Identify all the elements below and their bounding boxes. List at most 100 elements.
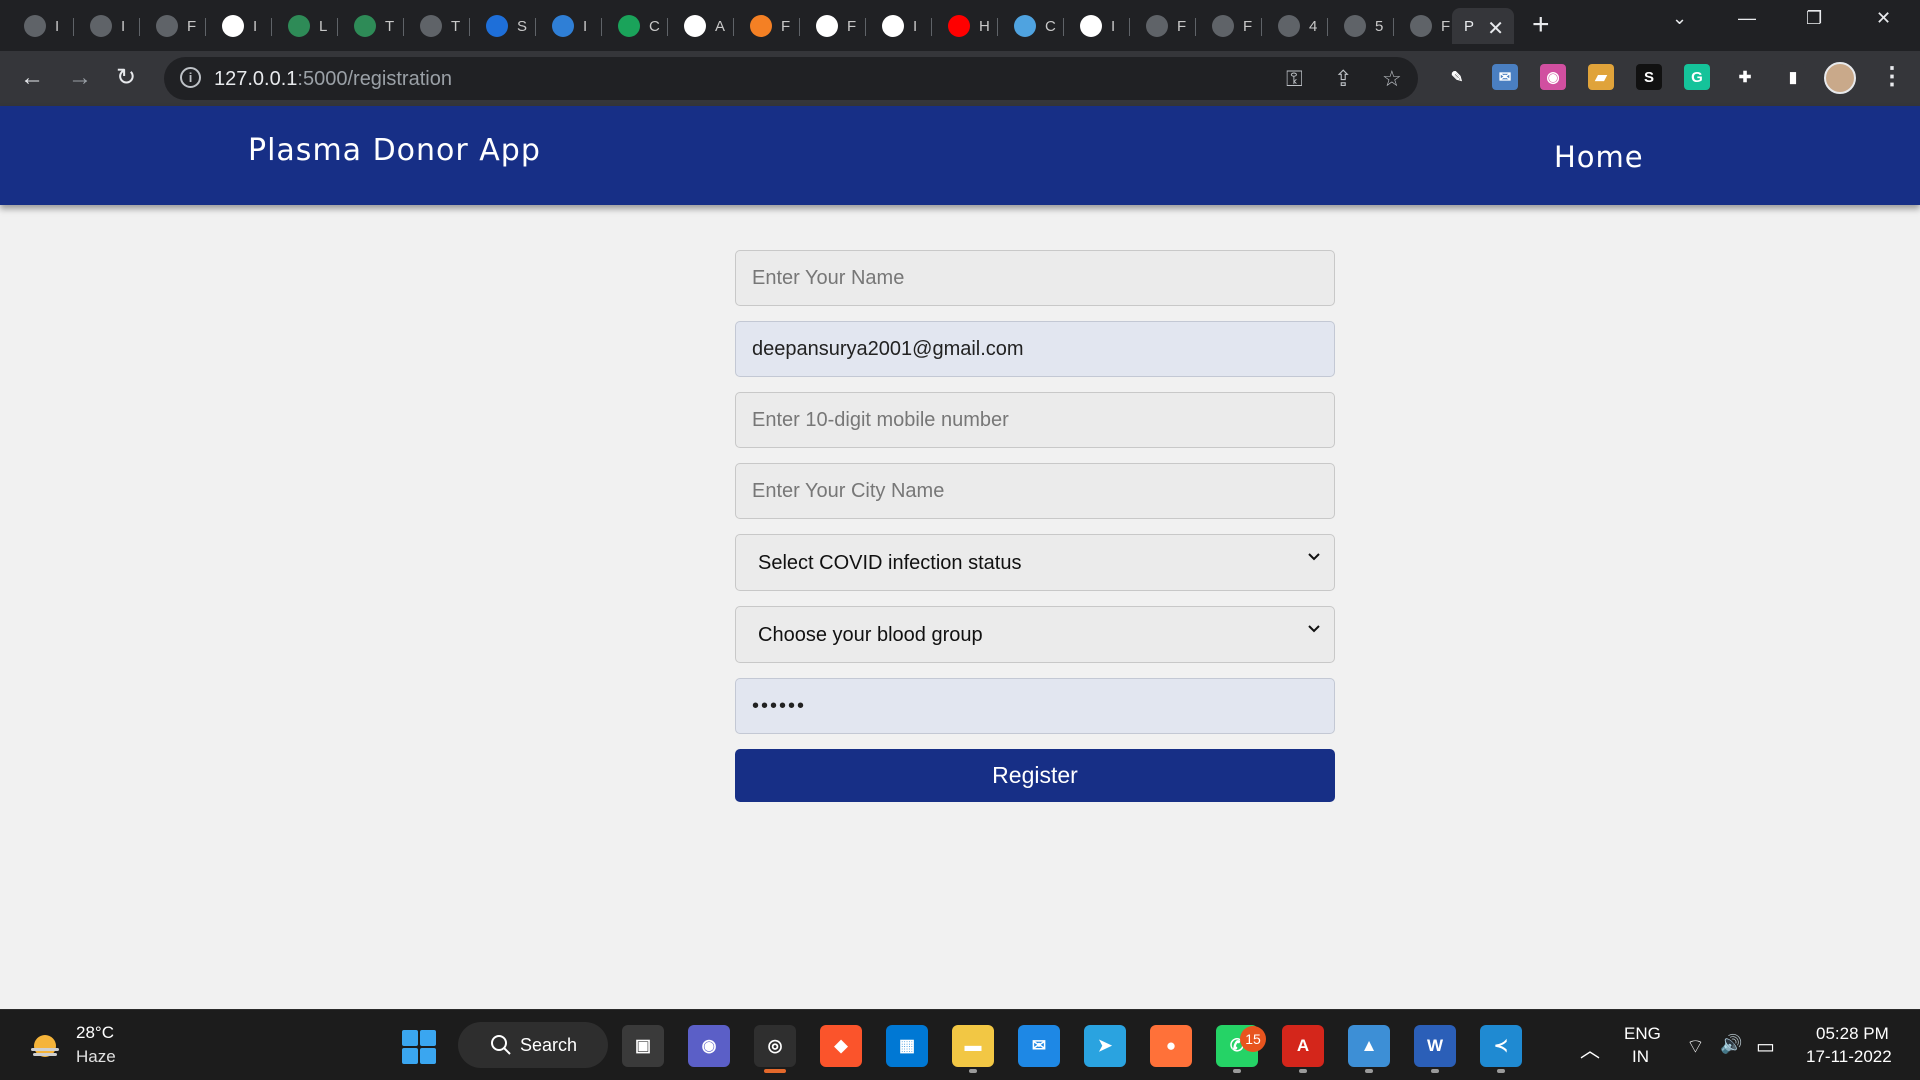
browser-tab[interactable]: 5 [1332,8,1394,44]
browser-tab[interactable]: I [870,8,932,44]
browser-tab[interactable]: I [540,8,602,44]
browser-tab[interactable]: A [672,8,734,44]
chrome-icon [882,15,904,37]
browser-tab[interactable]: C [606,8,668,44]
city-input[interactable] [735,463,1335,519]
vscode-icon[interactable]: ≺ [1480,1025,1522,1067]
search-label: Search [520,1035,578,1055]
file-explorer-icon[interactable]: ▬ [952,1025,994,1067]
browser-tab[interactable]: F [1398,8,1460,44]
browser-tab[interactable]: F [144,8,206,44]
s-icon[interactable]: S [1636,64,1662,90]
tab-title: I [1111,17,1116,35]
browser-tab[interactable]: L [276,8,338,44]
browser-menu-icon[interactable]: ⋮ [1880,62,1904,92]
browser-tab[interactable]: T [408,8,470,44]
puzzle-icon[interactable]: ✚ [1732,64,1758,90]
mail-icon[interactable]: ✉ [1018,1025,1060,1067]
browser-tab[interactable]: H [936,8,998,44]
photos-icon[interactable]: ▲ [1348,1025,1390,1067]
name-input[interactable] [735,250,1335,306]
profile-avatar[interactable] [1824,62,1856,94]
word-icon[interactable]: W [1414,1025,1456,1067]
task-view-icon[interactable]: ▣ [622,1025,664,1067]
folder-icon[interactable]: ▰ [1588,64,1614,90]
clock-time[interactable]: 05:28 PM [1816,1024,1889,1044]
close-window-button[interactable]: ✕ [1876,8,1891,29]
mail-icon[interactable]: ✉ [1492,64,1518,90]
weather-haze-icon[interactable] [28,1030,62,1060]
color-wheel-icon[interactable]: ◉ [1540,64,1566,90]
email-input[interactable] [735,321,1335,377]
mobile-input[interactable] [735,392,1335,448]
reload-button[interactable]: ↻ [116,63,136,93]
telegram-icon[interactable]: ➤ [1084,1025,1126,1067]
search-icon [491,1035,511,1055]
sidepanel-icon[interactable]: ▮ [1780,64,1806,90]
back-button[interactable]: ← [20,63,44,93]
start-tile [402,1030,418,1046]
language-indicator[interactable]: ENG [1624,1024,1661,1044]
browser-tab[interactable]: S [474,8,536,44]
browser-tab[interactable]: C [1002,8,1064,44]
password-input[interactable] [735,678,1335,734]
browser-tab[interactable]: F [1134,8,1196,44]
browser-tab[interactable]: F [1200,8,1262,44]
browser-tab[interactable]: F [804,8,866,44]
minimize-button[interactable]: — [1738,8,1756,29]
wifi-icon[interactable]: ⌔ [1686,1034,1705,1059]
app-brand[interactable]: Plasma Donor App [248,133,541,168]
tab-search-icon[interactable]: ⌄ [1672,8,1687,29]
clock-date[interactable]: 17-11-2022 [1806,1047,1892,1067]
bookmark-star-icon[interactable]: ☆ [1382,66,1402,92]
tray-overflow-icon[interactable]: ︿ [1580,1034,1600,1063]
address-bar[interactable]: i 127.0.0.1:5000/registration ⚿ ⇪ ☆ [164,57,1418,100]
tab-title: F [187,17,197,35]
restore-button[interactable]: ❐ [1806,8,1822,29]
forward-button[interactable]: → [68,63,92,93]
grammarly-icon[interactable]: G [1684,64,1710,90]
browser-toolbar: ← → ↻ i 127.0.0.1:5000/registration ⚿ ⇪ … [0,51,1920,106]
running-indicator [1233,1069,1241,1073]
browser-tab[interactable]: I [210,8,272,44]
tab-active-registration[interactable]: P ✕ [1452,8,1514,44]
browser-tab[interactable]: T [342,8,404,44]
key-icon[interactable]: ⚿ [1286,66,1303,92]
browser-tab[interactable]: I [78,8,140,44]
browser-tab[interactable]: F [738,8,800,44]
firefox-icon[interactable]: ● [1150,1025,1192,1067]
new-tab-button[interactable]: + [1532,9,1550,41]
taskbar-search[interactable]: Search [458,1022,608,1068]
tab-title: A [715,17,726,35]
region-indicator[interactable]: IN [1632,1047,1649,1067]
store-icon[interactable]: ▦ [886,1025,928,1067]
tab-close-icon[interactable]: ✕ [1487,16,1504,41]
cube-icon [222,15,244,37]
teams-chat-icon[interactable]: ◉ [688,1025,730,1067]
start-button[interactable] [402,1030,436,1064]
volume-icon[interactable]: 🔊 [1720,1034,1742,1055]
nav-home-link[interactable]: Home [1554,140,1644,174]
share-icon[interactable]: ⇪ [1334,66,1352,92]
tab-separator [73,18,74,36]
pen-icon[interactable]: ✎ [1444,64,1470,90]
tab-title: I [253,17,258,35]
browser-tab[interactable]: I [1068,8,1130,44]
stackoverflow-icon [750,15,772,37]
blood-group-select[interactable]: Choose your blood group [735,606,1335,663]
tab-title: I [121,17,126,35]
tab-title: T [451,17,461,35]
acrobat-icon[interactable]: A [1282,1025,1324,1067]
browser-tab[interactable]: 4 [1266,8,1328,44]
tab-separator [1327,18,1328,36]
covid-status-select[interactable]: Select COVID infection status [735,534,1335,591]
site-info-icon[interactable]: i [180,67,201,88]
url-text[interactable]: 127.0.0.1:5000/registration [214,68,452,91]
tab-separator [865,18,866,36]
browser-tab[interactable]: I [12,8,74,44]
brave-icon[interactable]: ◆ [820,1025,862,1067]
register-button[interactable]: Register [735,749,1335,802]
browser-tab-strip: I I F I L T T S I C A F F I H C I F F 4 5 F P ✕ + ⌄ — ❐ ✕ [0,0,1920,51]
battery-icon[interactable]: ▭ [1756,1034,1775,1059]
chrome-icon[interactable]: ◎ [754,1025,796,1067]
